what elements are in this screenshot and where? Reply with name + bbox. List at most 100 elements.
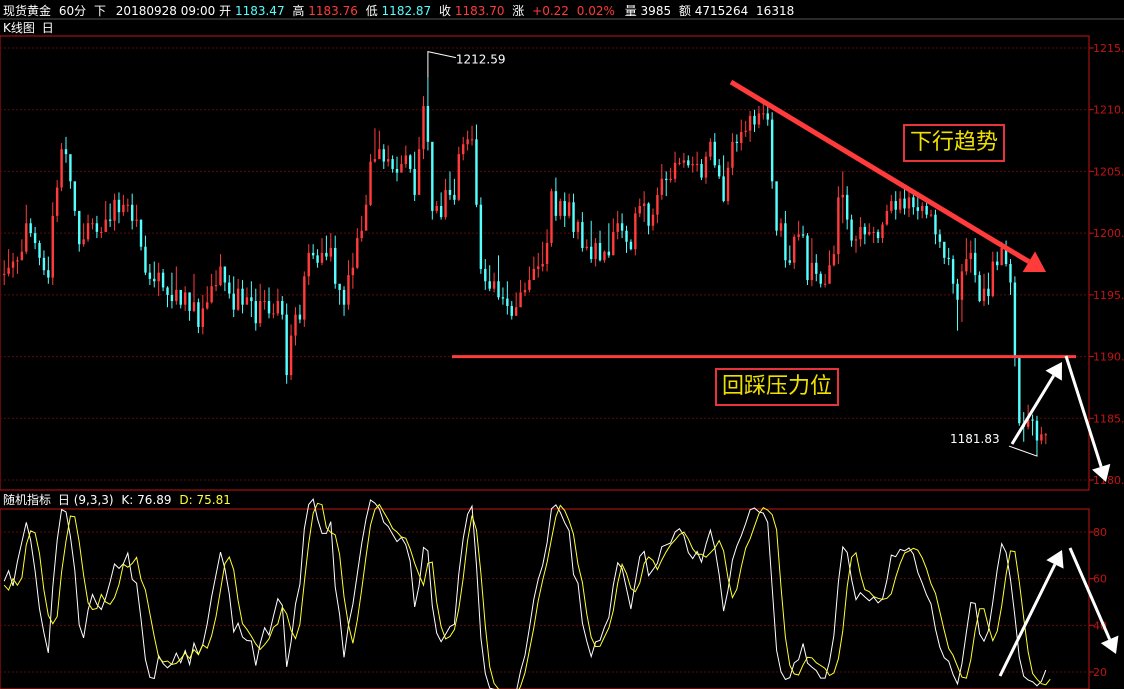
candle-body bbox=[819, 273, 822, 284]
candle-body bbox=[148, 272, 152, 279]
candle-body bbox=[183, 292, 187, 305]
candle bbox=[139, 219, 143, 251]
candle-body bbox=[634, 213, 637, 250]
candle-body bbox=[735, 141, 739, 144]
open-label: 开 bbox=[219, 4, 231, 18]
candle-body bbox=[845, 194, 849, 220]
candle-body bbox=[722, 176, 725, 202]
kline-axis-label: 1190.00 bbox=[1093, 351, 1124, 364]
candle-body bbox=[748, 115, 752, 131]
candle-body bbox=[859, 226, 862, 240]
candle-body bbox=[510, 305, 513, 316]
candle-body bbox=[307, 252, 310, 277]
candle-body bbox=[126, 204, 129, 206]
candle-body bbox=[872, 231, 875, 233]
candle-body bbox=[325, 252, 328, 257]
candle-body bbox=[492, 281, 496, 289]
candle-body bbox=[356, 238, 359, 268]
candle-body bbox=[585, 246, 589, 248]
stoch-axis-label: 80 bbox=[1093, 526, 1107, 539]
resistance-annotation-box: 回踩压力位 bbox=[715, 368, 840, 406]
candle-body bbox=[267, 301, 271, 314]
candle-body bbox=[863, 226, 867, 235]
candle-body bbox=[885, 210, 889, 225]
open-value: 1183.47 bbox=[235, 4, 285, 18]
candle-body bbox=[311, 252, 315, 256]
high-marker-label: 1212.59 bbox=[456, 53, 506, 67]
candle-body bbox=[108, 219, 112, 221]
kline-axis-label: 1195.00 bbox=[1093, 289, 1124, 302]
candle-body bbox=[823, 283, 827, 285]
candle-body bbox=[788, 260, 792, 263]
candle-body bbox=[841, 194, 844, 198]
candle-body bbox=[100, 231, 103, 233]
candle-body bbox=[82, 239, 85, 245]
candle-body bbox=[117, 199, 121, 213]
candle-body bbox=[316, 255, 319, 263]
candle-body bbox=[603, 251, 606, 261]
candle bbox=[634, 207, 637, 256]
candle-body bbox=[982, 288, 986, 302]
candle-body bbox=[929, 214, 933, 216]
candle-body bbox=[514, 307, 518, 316]
candle-body bbox=[651, 214, 655, 226]
candle-body bbox=[60, 149, 63, 188]
kline-axis-label: 1200.00 bbox=[1093, 227, 1124, 240]
candle-body bbox=[934, 214, 937, 235]
candle-body bbox=[673, 162, 677, 179]
candle bbox=[726, 161, 730, 205]
candle bbox=[770, 112, 774, 189]
candle-body bbox=[581, 222, 584, 248]
candle-body bbox=[466, 139, 469, 145]
candle-body bbox=[479, 204, 483, 269]
candle-body bbox=[475, 139, 478, 205]
candle-body bbox=[457, 154, 461, 200]
candle-body bbox=[329, 247, 333, 257]
candle-body bbox=[206, 302, 209, 309]
kline-title: K线图 bbox=[3, 21, 35, 35]
candle-body bbox=[965, 259, 968, 272]
candle-body bbox=[484, 268, 487, 282]
trend-annotation-box: 下行趋势 bbox=[903, 124, 1006, 162]
candle-body bbox=[656, 194, 659, 215]
stoch-axis-label: 60 bbox=[1093, 573, 1107, 586]
low-marker-label: 1181.83 bbox=[950, 432, 1000, 446]
candle-body bbox=[687, 160, 690, 166]
candle-body bbox=[890, 201, 893, 211]
candle-body bbox=[881, 224, 884, 239]
candle-body bbox=[810, 262, 814, 281]
candle-body bbox=[16, 260, 19, 262]
candle-body bbox=[64, 149, 68, 155]
candle bbox=[775, 181, 778, 236]
amount-value: 4715264 bbox=[695, 4, 748, 18]
candle-body bbox=[1035, 420, 1039, 441]
candle-body bbox=[347, 275, 350, 305]
candle-body bbox=[281, 301, 284, 315]
candle-body bbox=[753, 115, 756, 125]
candle-body bbox=[130, 204, 134, 221]
candle-body bbox=[554, 191, 558, 216]
low-value: 1182.87 bbox=[382, 4, 432, 18]
direction-label: 下 bbox=[94, 4, 106, 18]
candle-body bbox=[912, 197, 915, 208]
candle-body bbox=[69, 154, 72, 182]
candle-body bbox=[695, 164, 699, 166]
candle-body bbox=[762, 113, 765, 115]
candle-body bbox=[55, 187, 59, 216]
low-label: 低 bbox=[366, 4, 378, 18]
candle-body bbox=[223, 266, 227, 283]
candle-body bbox=[589, 246, 593, 260]
candle-body bbox=[122, 204, 125, 213]
candle-body bbox=[228, 282, 231, 294]
candle-body bbox=[272, 313, 275, 315]
candle-body bbox=[519, 292, 522, 308]
candle bbox=[369, 154, 372, 206]
candle-body bbox=[241, 288, 244, 305]
candle-body bbox=[448, 189, 452, 195]
candle-body bbox=[660, 178, 664, 195]
candle-body bbox=[29, 223, 32, 234]
candle-body bbox=[669, 178, 672, 181]
stoch-toggle-icon: 日 bbox=[58, 493, 70, 507]
candle-body bbox=[537, 266, 540, 269]
candle bbox=[1018, 357, 1021, 426]
